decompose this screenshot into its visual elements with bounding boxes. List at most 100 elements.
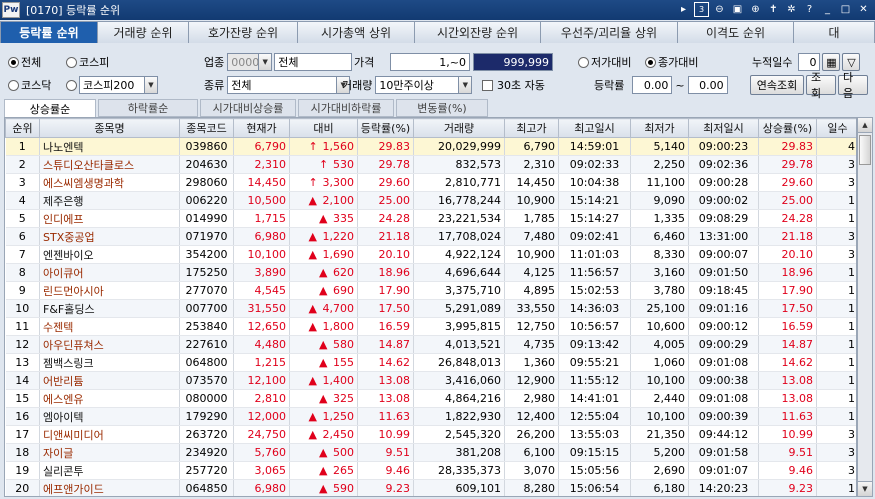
page-number-box[interactable]: 3	[694, 2, 709, 17]
column-header[interactable]: 거래량	[413, 118, 505, 138]
table-row[interactable]: 13 젬백스링크 064800 1,215 ▲ 155 14.62 26,848,013 1,3…	[5, 353, 856, 372]
radio-kospi[interactable]: 코스피	[66, 54, 109, 70]
column-header[interactable]: 순위	[5, 118, 40, 138]
radio-vs-low-indicator[interactable]	[578, 56, 589, 68]
kind-select[interactable]: 전체	[227, 76, 338, 94]
tab-order-book[interactable]: 호가잔량 순위	[188, 21, 298, 43]
tab-change-rate[interactable]: 등락률 순위	[0, 21, 98, 43]
cell-code: 298060	[179, 173, 234, 192]
table-row[interactable]: 9 린드먼아시아 277070 4,545 ▲ 690 17.90 3,375,710 4,89…	[5, 281, 856, 300]
next-button[interactable]: 다음	[838, 71, 868, 100]
radio-kosdaq[interactable]: 코스닥	[8, 77, 51, 93]
table-row[interactable]: 10 F&F홀딩스 007700 31,550 ▲ 4,700 17.50 5,291,089…	[5, 299, 856, 318]
radio-vs-low[interactable]: 저가대비	[578, 54, 631, 70]
radio-kospi-indicator[interactable]	[66, 56, 77, 68]
radio-vs-close-indicator[interactable]	[645, 56, 656, 68]
radio-index-indicator[interactable]	[66, 79, 77, 91]
table-row[interactable]: 16 엠아이텍 179290 12,000 ▲ 1,250 11.63 1,822,930 12…	[5, 407, 856, 426]
volume-dropdown-icon[interactable]: ▼	[459, 76, 473, 94]
column-header[interactable]: 등락률(%)	[357, 118, 414, 138]
pin-icon[interactable]: ✝	[766, 2, 781, 17]
column-header[interactable]: 상승률(%)	[758, 118, 817, 138]
table-row[interactable]: 7 엔젠바이오 354200 10,100 ▲ 1,690 20.10 4,922,124 10…	[5, 245, 856, 264]
price-from-input[interactable]: 1, ~0	[390, 53, 470, 71]
column-header[interactable]: 최저일시	[688, 118, 759, 138]
table-row[interactable]: 20 에프앤가이드 064850 6,980 ▲ 590 9.23 609,101 8,280 1…	[5, 479, 856, 496]
settings-icon[interactable]: ✲	[784, 2, 799, 17]
maximize-icon[interactable]: □	[838, 2, 853, 17]
price-to-input[interactable]: 999,999	[473, 53, 553, 71]
cell-name: 아우딘퓨쳐스	[39, 335, 180, 354]
radio-kosdaq-indicator[interactable]	[8, 79, 19, 91]
scroll-down-icon[interactable]: ▼	[858, 481, 872, 496]
query-button[interactable]: 조회	[806, 71, 836, 100]
subtab-volatility[interactable]: 변동률(%)	[396, 99, 488, 117]
next-arrow-icon[interactable]: ▸	[676, 2, 691, 17]
cell-low-time: 09:00:29	[688, 335, 759, 354]
column-header[interactable]: 최고가	[504, 118, 559, 138]
column-header[interactable]: 종목코드	[179, 118, 234, 138]
table-row[interactable]: 6 STX중공업 071970 6,980 ▲ 1,220 21.18 17,708,024 7…	[5, 227, 856, 246]
table-row[interactable]: 3 에스씨엠생명과학 298060 14,450 ↑ 3,300 29.60 2,810,77…	[5, 173, 856, 192]
table-row[interactable]: 8 아이큐어 175250 3,890 ▲ 620 18.96 4,696,644 4,125 1…	[5, 263, 856, 282]
table-row[interactable]: 2 스튜디오산타클로스 204630 2,310 ↑ 530 29.78 832,573 2,3…	[5, 155, 856, 174]
subtab-open-fall[interactable]: 시가대비하락률	[298, 99, 394, 117]
radio-vs-close[interactable]: 종가대비	[645, 54, 698, 70]
column-header[interactable]: 대비	[289, 118, 358, 138]
column-header[interactable]: 최고일시	[558, 118, 631, 138]
industry-name-input[interactable]: 전체	[274, 53, 353, 71]
subtab-rise-rate[interactable]: 상승률순	[4, 99, 96, 117]
table-row[interactable]: 17 디앤씨미디어 263720 24,750 ▲ 2,450 10.99 2,545,320…	[5, 425, 856, 444]
table-row[interactable]: 18 자이글 234920 5,760 ▲ 500 9.51 381,208 6,100 09:1…	[5, 443, 856, 462]
vertical-scrollbar[interactable]: ▲ ▼	[857, 117, 873, 497]
window-icon[interactable]: ▣	[730, 2, 745, 17]
radio-all[interactable]: 전체	[8, 54, 41, 70]
close-icon[interactable]: ✕	[856, 2, 871, 17]
table-row[interactable]: 15 에스엔유 080000 2,810 ▲ 325 13.08 4,864,216 2,980…	[5, 389, 856, 408]
change-from-input[interactable]: 0.00	[632, 76, 673, 94]
tab-more[interactable]: 대	[793, 21, 875, 43]
table-row[interactable]: 11 수젠텍 253840 12,650 ▲ 1,800 16.59 3,995,815 12,…	[5, 317, 856, 336]
cell-name: 젬백스링크	[39, 353, 180, 372]
auto-refresh-toggle[interactable]: 30초 자동	[482, 77, 545, 93]
table-row[interactable]: 4 제주은행 006220 10,500 ▲ 2,100 25.00 16,778,244 10…	[5, 191, 856, 210]
cell-volume: 28,335,373	[413, 461, 505, 480]
tab-preferred[interactable]: 우선주/괴리율 상위	[540, 21, 678, 43]
subtab-open-rise[interactable]: 시가대비상승률	[200, 99, 296, 117]
cell-rise: 20.10	[758, 245, 817, 264]
column-header[interactable]: 종목명	[39, 118, 180, 138]
change-value: 265	[333, 464, 354, 477]
column-header[interactable]: 일수	[816, 118, 856, 138]
minimize-icon[interactable]: _	[820, 2, 835, 17]
cell-high-time: 15:14:21	[558, 191, 631, 210]
price-label: 가격	[354, 56, 375, 69]
table-row[interactable]: 1 나노엔텍 039860 6,790 ↑ 1,560 29.83 20,029,999 6,7…	[5, 137, 856, 156]
zoom-out-icon[interactable]: ⊖	[712, 2, 727, 17]
volume-select[interactable]: 10만주이상	[375, 76, 460, 94]
column-header[interactable]: 현재가	[233, 118, 290, 138]
subtab-fall-rate[interactable]: 하락률순	[98, 99, 198, 117]
scroll-up-icon[interactable]: ▲	[858, 118, 872, 133]
table-row[interactable]: 19 실리콘투 257720 3,065 ▲ 265 9.46 28,335,373 3,070…	[5, 461, 856, 480]
zoom-in-icon[interactable]: ⊕	[748, 2, 763, 17]
tab-market-cap[interactable]: 시가총액 상위	[297, 21, 415, 43]
change-to-input[interactable]: 0.00	[687, 76, 728, 94]
table-row[interactable]: 12 아우딘퓨쳐스 227610 4,480 ▲ 580 14.87 4,013,521 4,7…	[5, 335, 856, 354]
column-header[interactable]: 최저가	[630, 118, 689, 138]
table-row[interactable]: 14 어반리튬 073570 12,100 ▲ 1,400 13.08 3,416,060 12…	[5, 371, 856, 390]
auto-refresh-checkbox[interactable]	[482, 79, 493, 91]
index-select[interactable]: 코스피200	[79, 76, 145, 94]
tab-disparity[interactable]: 이격도 순위	[677, 21, 794, 43]
tab-after-hours[interactable]: 시간외잔량 순위	[414, 21, 541, 43]
tab-volume[interactable]: 거래량 순위	[97, 21, 189, 43]
cell-code: 257720	[179, 461, 234, 480]
industry-dropdown-icon[interactable]: ▼	[259, 53, 273, 71]
table-row[interactable]: 5 인디에프 014990 1,715 ▲ 335 24.28 23,221,534 1,785…	[5, 209, 856, 228]
index-dropdown-icon[interactable]: ▼	[145, 76, 158, 94]
continuous-query-button[interactable]: 연속조회	[750, 75, 804, 95]
change-value: 2,100	[322, 194, 355, 207]
scroll-thumb[interactable]	[859, 135, 871, 165]
help-icon[interactable]: ?	[802, 2, 817, 17]
radio-all-indicator[interactable]	[8, 56, 19, 68]
cell-volume: 609,101	[413, 479, 505, 496]
